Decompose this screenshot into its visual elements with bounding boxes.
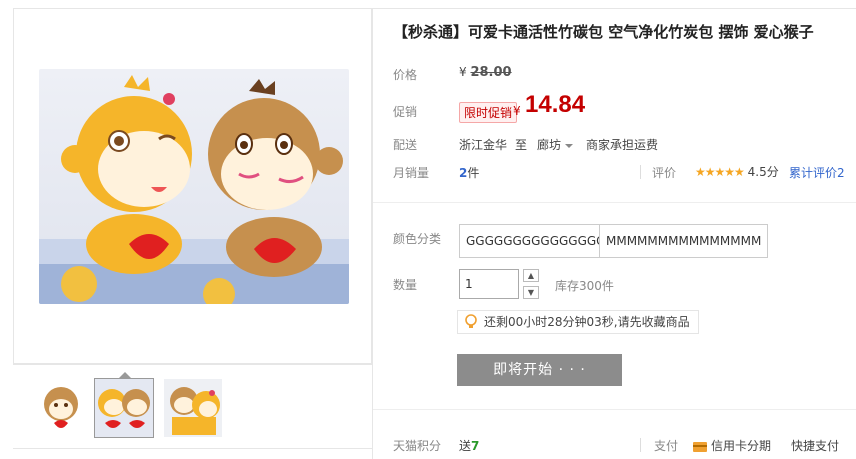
- original-price-value: 28.00: [470, 65, 512, 80]
- divider: [640, 438, 641, 452]
- rating[interactable]: ★★★★★ 4.5分: [695, 163, 779, 180]
- thumbnail-2[interactable]: [94, 378, 154, 438]
- shipping-to-word: 至: [515, 138, 528, 152]
- points-label: 天猫积分: [393, 439, 442, 453]
- chevron-down-icon: [565, 143, 574, 148]
- section-divider: [373, 409, 856, 410]
- quick-pay[interactable]: 快捷支付: [791, 437, 839, 454]
- main-product-image[interactable]: [39, 69, 349, 304]
- product-info-panel: 【秒杀通】可爱卡通活性竹碳包 空气净化竹炭包 摆饰 爱心猴子 价格 ¥ 28.0…: [372, 8, 856, 459]
- sku-label: 颜色分类: [393, 232, 442, 246]
- main-image-frame: [13, 8, 372, 364]
- shipping-destination: 廊坊: [537, 138, 562, 152]
- product-title: 【秒杀通】可爱卡通活性竹碳包 空气净化竹炭包 摆饰 爱心猴子: [393, 23, 814, 41]
- rating-score: 4.5分: [747, 165, 779, 179]
- sku-option-1[interactable]: GGGGGGGGGGGGGGG: [459, 224, 613, 258]
- total-reviews-label: 累计评价: [789, 166, 838, 180]
- divider: [640, 165, 641, 179]
- countdown-text: 还剩00小时28分钟03秒,请先收藏商品: [484, 315, 690, 329]
- stock-text: 库存300件: [555, 279, 614, 293]
- points-value: 7: [471, 439, 480, 453]
- monthly-sales-unit: 件: [467, 166, 480, 180]
- original-price-currency: ¥: [459, 65, 467, 79]
- thumbnail-1[interactable]: [31, 378, 91, 438]
- quantity-decrease-button[interactable]: ▼: [523, 286, 539, 299]
- thumbs-bottom-divider: [13, 448, 372, 449]
- shipping-destination-select[interactable]: 廊坊: [537, 136, 574, 153]
- price-box: [373, 53, 856, 211]
- sku-option-2[interactable]: MMMMMMMMMMMMMMM: [599, 224, 769, 258]
- promo-currency: ¥: [513, 104, 521, 118]
- buy-button[interactable]: 即将开始 · · ·: [457, 354, 622, 386]
- points-prefix: 送: [459, 439, 472, 453]
- shipping-from: 浙江金华: [459, 138, 508, 152]
- lightbulb-icon: [464, 314, 478, 337]
- quantity-label: 数量: [393, 278, 418, 292]
- rating-label: 评价: [652, 166, 677, 180]
- promo-price: 14.84: [525, 91, 586, 118]
- price-label: 价格: [393, 68, 418, 82]
- quantity-input[interactable]: 1: [459, 269, 519, 299]
- original-price: ¥ 28.00: [459, 65, 512, 80]
- promo-label: 促销: [393, 105, 418, 119]
- total-reviews-link[interactable]: 累计评价2: [789, 164, 845, 181]
- monthly-sales-label: 月销量: [393, 166, 430, 180]
- pay-label: 支付: [654, 439, 679, 453]
- countdown-notice: 还剩00小时28分钟03秒,请先收藏商品: [457, 310, 699, 334]
- monthly-sales: 2件: [459, 164, 479, 181]
- credit-installment[interactable]: 信用卡分期: [693, 437, 771, 454]
- credit-card-icon: [693, 441, 707, 452]
- points: 送7: [459, 437, 479, 454]
- thumbnail-3[interactable]: [163, 378, 223, 438]
- section-divider: [373, 202, 856, 203]
- promo-tag: 限时促销: [459, 102, 518, 123]
- shipping-label: 配送: [393, 138, 418, 152]
- shipping-fee-note: 商家承担运费: [586, 138, 659, 152]
- quantity-increase-button[interactable]: ▲: [523, 269, 539, 282]
- rating-stars-icon: ★★★★★: [695, 165, 745, 179]
- credit-installment-label: 信用卡分期: [711, 439, 772, 453]
- product-gallery: [13, 8, 372, 459]
- total-reviews-count: 2: [837, 166, 845, 180]
- thumbs-top-divider: [13, 364, 372, 365]
